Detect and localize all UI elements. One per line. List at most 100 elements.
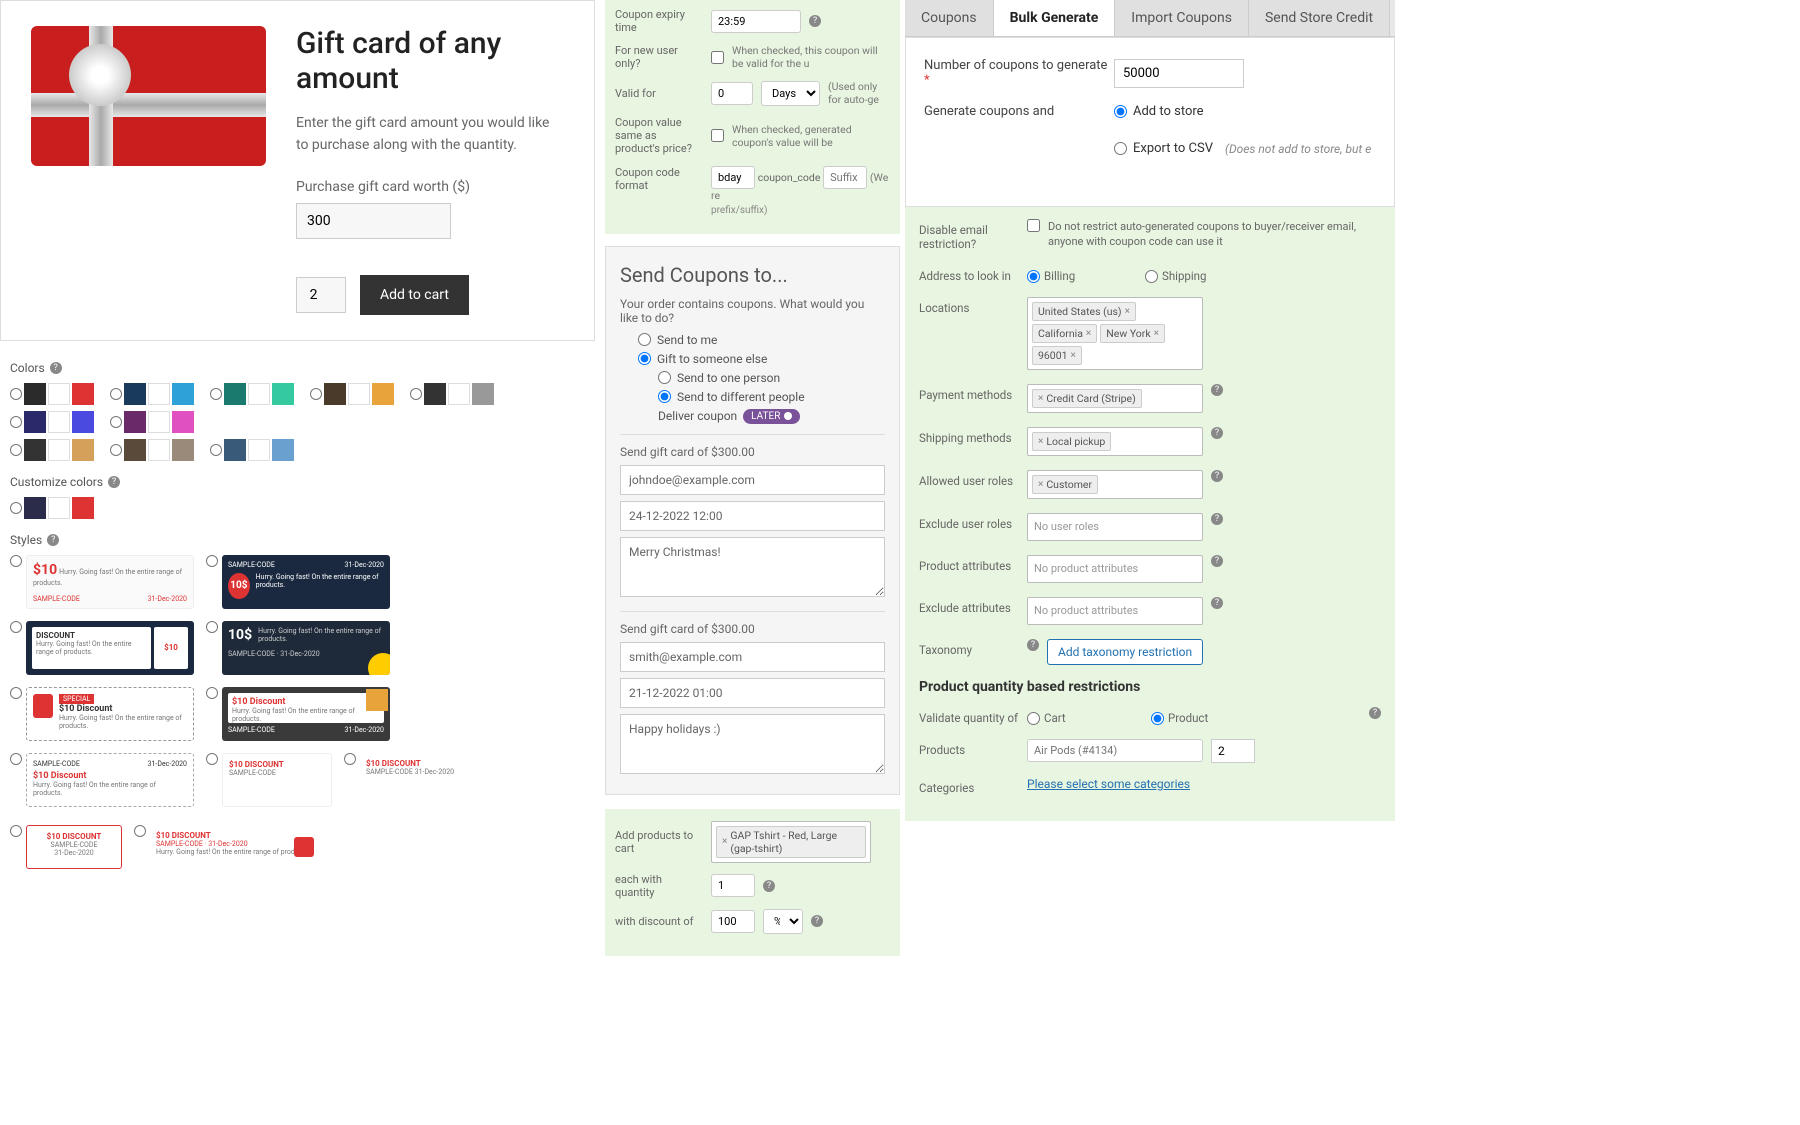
prodattr-tagbox[interactable]: No product attributes [1027, 555, 1203, 583]
custom-color-radio[interactable] [10, 502, 22, 514]
send-one-radio[interactable] [658, 371, 671, 384]
help-icon[interactable]: ? [50, 362, 62, 374]
add-store-radio[interactable] [1114, 105, 1127, 118]
valsame-checkbox[interactable] [711, 129, 724, 142]
style-radio[interactable] [134, 825, 146, 837]
worth-input[interactable] [296, 203, 451, 239]
coupon-style-3[interactable]: DISCOUNTHurry. Going fast! On the entire… [26, 621, 194, 675]
help-icon[interactable]: ? [1211, 555, 1223, 567]
remove-icon[interactable]: × [1071, 350, 1076, 361]
style-radio[interactable] [10, 825, 22, 837]
color-radio[interactable] [210, 388, 222, 400]
style-radio[interactable] [206, 753, 218, 765]
coupon-style-7[interactable]: SAMPLE-CODE31-Dec-2020$10 DiscountHurry.… [26, 753, 194, 807]
style-radio[interactable] [10, 687, 22, 699]
num-input[interactable] [1114, 59, 1244, 88]
expiry-input[interactable] [711, 10, 801, 33]
color-radio[interactable] [110, 388, 122, 400]
help-icon[interactable]: ? [1027, 639, 1039, 651]
color-radio[interactable] [10, 444, 22, 456]
coupon-style-8[interactable]: $10 DISCOUNTSAMPLE-CODE [222, 753, 332, 807]
shipping-tagbox[interactable]: ×Local pickup [1027, 427, 1203, 456]
tab-import[interactable]: Import Coupons [1115, 0, 1249, 36]
send-me-radio[interactable] [638, 333, 651, 346]
payment-tagbox[interactable]: ×Credit Card (Stripe) [1027, 384, 1203, 413]
coupon-style-1[interactable]: $10 Hurry. Going fast! On the entire ran… [26, 555, 194, 609]
suffix-input[interactable] [823, 166, 867, 189]
help-icon[interactable]: ? [763, 880, 775, 892]
color-radio[interactable] [110, 416, 122, 428]
gift2-email[interactable] [620, 642, 885, 672]
remove-icon[interactable]: × [1086, 328, 1091, 339]
color-radio[interactable] [210, 444, 222, 456]
style-radio[interactable] [206, 621, 218, 633]
help-icon[interactable]: ? [1369, 707, 1381, 719]
color-radio[interactable] [410, 388, 422, 400]
products-input[interactable] [1027, 739, 1203, 762]
style-radio[interactable] [10, 753, 22, 765]
each-qty-input[interactable] [711, 874, 755, 897]
remove-icon[interactable]: × [1038, 393, 1043, 404]
tab-store-credit[interactable]: Send Store Credit [1249, 0, 1390, 36]
send-diff-radio[interactable] [658, 390, 671, 403]
help-icon[interactable]: ? [1211, 384, 1223, 396]
shipping-radio[interactable] [1145, 270, 1158, 283]
coupon-style-10[interactable]: $10 DISCOUNTSAMPLE-CODE31-Dec-2020 [26, 825, 122, 869]
validfor-unit[interactable]: Days [761, 81, 820, 106]
tab-coupons[interactable]: Coupons [905, 0, 994, 36]
coupon-style-4[interactable]: 10$Hurry. Going fast! On the entire rang… [222, 621, 390, 675]
style-radio[interactable] [206, 687, 218, 699]
help-icon[interactable]: ? [1211, 513, 1223, 525]
validate-cart-radio[interactable] [1027, 712, 1040, 725]
exclude-roles-tagbox[interactable]: No user roles [1027, 513, 1203, 541]
tab-bulk-generate[interactable]: Bulk Generate [994, 0, 1116, 36]
add-to-cart-button[interactable]: Add to cart [360, 275, 469, 315]
add-taxonomy-button[interactable]: Add taxonomy restriction [1047, 639, 1203, 665]
prefix-input[interactable] [711, 166, 755, 189]
categories-link[interactable]: Please select some categories [1027, 777, 1190, 791]
disable-email-checkbox[interactable] [1027, 219, 1040, 232]
coupon-style-6[interactable]: $10 DiscountHurry. Going fast! On the en… [222, 687, 390, 741]
allowed-tagbox[interactable]: ×Customer [1027, 470, 1203, 499]
gift1-msg[interactable] [620, 537, 885, 597]
coupon-style-9[interactable]: $10 DISCOUNTSAMPLE-CODE 31-Dec-2020 [360, 753, 470, 807]
product-tagbox[interactable]: ×GAP Tshirt - Red, Large (gap-tshirt) [711, 821, 871, 863]
gift2-msg[interactable] [620, 714, 885, 774]
remove-icon[interactable]: × [1154, 328, 1159, 339]
color-radio[interactable] [10, 388, 22, 400]
gift1-email[interactable] [620, 465, 885, 495]
coupon-style-11[interactable]: $10 DISCOUNTSAMPLE-CODE · 31-Dec-2020Hur… [150, 825, 318, 881]
billing-radio[interactable] [1027, 270, 1040, 283]
style-radio[interactable] [10, 555, 22, 567]
help-icon[interactable]: ? [1211, 427, 1223, 439]
gift2-date[interactable] [620, 678, 885, 708]
coupon-style-2[interactable]: SAMPLE-CODE31-Dec-202010$Hurry. Going fa… [222, 555, 390, 609]
style-radio[interactable] [344, 753, 356, 765]
later-toggle[interactable]: LATER [743, 409, 800, 424]
help-icon[interactable]: ? [1211, 470, 1223, 482]
color-radio[interactable] [110, 444, 122, 456]
validate-product-radio[interactable] [1151, 712, 1164, 725]
remove-icon[interactable]: × [1038, 436, 1043, 447]
qty-input[interactable] [296, 277, 346, 313]
newuser-checkbox[interactable] [711, 51, 724, 64]
locations-tagbox[interactable]: United States (us)× California× New York… [1027, 297, 1203, 370]
color-radio[interactable] [10, 416, 22, 428]
style-radio[interactable] [206, 555, 218, 567]
gift1-date[interactable] [620, 501, 885, 531]
exclattr-tagbox[interactable]: No product attributes [1027, 597, 1203, 625]
help-icon[interactable]: ? [108, 476, 120, 488]
help-icon[interactable]: ? [1211, 597, 1223, 609]
export-csv-radio[interactable] [1114, 142, 1127, 155]
send-gift-radio[interactable] [638, 352, 651, 365]
disc-input[interactable] [711, 910, 755, 933]
remove-icon[interactable]: × [1125, 306, 1130, 317]
color-radio[interactable] [310, 388, 322, 400]
remove-icon[interactable]: × [1038, 479, 1043, 490]
style-radio[interactable] [10, 621, 22, 633]
products-qty[interactable] [1211, 739, 1255, 763]
disc-unit[interactable]: % [763, 909, 803, 934]
help-icon[interactable]: ? [811, 915, 823, 927]
help-icon[interactable]: ? [809, 15, 821, 27]
coupon-style-5[interactable]: SPECIAL$10 DiscountHurry. Going fast! On… [26, 687, 194, 741]
